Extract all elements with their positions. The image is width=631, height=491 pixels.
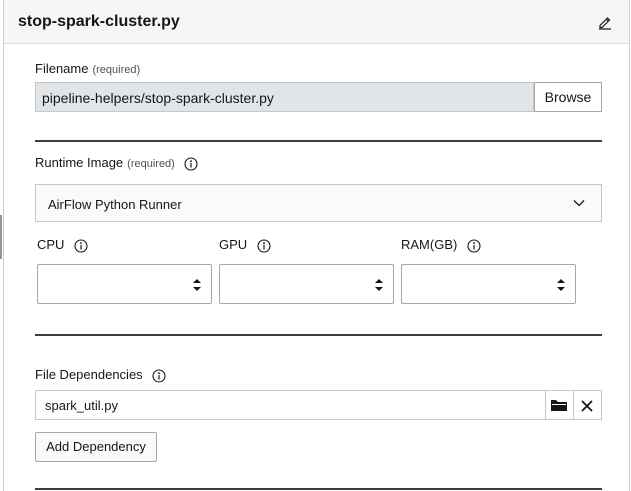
runtime-label-text: Runtime Image bbox=[35, 155, 124, 170]
cpu-label-text: CPU bbox=[37, 237, 65, 252]
info-icon[interactable] bbox=[74, 239, 88, 253]
properties-panel: stop-spark-cluster.py Filename (required)… bbox=[3, 0, 630, 491]
filename-required: (required) bbox=[92, 64, 141, 76]
filename-field[interactable]: pipeline-helpers/stop-spark-cluster.py bbox=[35, 82, 534, 112]
filename-label: Filename (required) bbox=[35, 61, 140, 76]
close-icon bbox=[581, 400, 593, 412]
runtime-image-select[interactable]: AirFlow Python Runner bbox=[35, 184, 602, 222]
ram-label-text: RAM(GB) bbox=[401, 237, 458, 252]
ram-input[interactable] bbox=[401, 264, 576, 304]
chevron-down-icon bbox=[573, 200, 585, 207]
info-icon[interactable] bbox=[184, 157, 199, 171]
stepper-icon[interactable] bbox=[192, 277, 202, 293]
gpu-input[interactable] bbox=[219, 264, 394, 304]
info-icon[interactable] bbox=[257, 239, 271, 253]
remove-dependency-button[interactable] bbox=[574, 390, 602, 420]
runtime-label: Runtime Image (required) bbox=[35, 155, 199, 171]
filename-row: pipeline-helpers/stop-spark-cluster.py B… bbox=[35, 82, 602, 112]
filename-label-text: Filename bbox=[35, 61, 89, 76]
pencil-icon[interactable] bbox=[597, 14, 613, 30]
info-icon[interactable] bbox=[152, 369, 166, 383]
section-divider bbox=[35, 140, 602, 142]
cpu-label: CPU bbox=[37, 237, 88, 253]
folder-icon bbox=[551, 400, 567, 411]
section-divider bbox=[35, 334, 602, 336]
panel-title: stop-spark-cluster.py bbox=[18, 13, 180, 30]
info-icon[interactable] bbox=[467, 239, 481, 253]
left-edge-marker bbox=[0, 215, 2, 259]
browse-folder-button[interactable] bbox=[546, 390, 574, 420]
gpu-label: GPU bbox=[219, 237, 271, 253]
cpu-input[interactable] bbox=[37, 264, 212, 304]
browse-button[interactable]: Browse bbox=[534, 82, 602, 112]
ram-label: RAM(GB) bbox=[401, 237, 481, 253]
file-dependencies-label-text: File Dependencies bbox=[35, 367, 143, 382]
add-dependency-button[interactable]: Add Dependency bbox=[35, 432, 157, 462]
runtime-image-selected: AirFlow Python Runner bbox=[48, 197, 182, 212]
stepper-icon[interactable] bbox=[374, 277, 384, 293]
dependency-row: spark_util.py bbox=[35, 390, 602, 420]
dependency-input[interactable]: spark_util.py bbox=[35, 390, 546, 420]
gpu-label-text: GPU bbox=[219, 237, 248, 252]
panel-header: stop-spark-cluster.py bbox=[4, 0, 629, 44]
stepper-icon[interactable] bbox=[556, 277, 566, 293]
runtime-required: (required) bbox=[127, 158, 175, 170]
section-divider bbox=[35, 488, 602, 490]
file-dependencies-label: File Dependencies bbox=[35, 367, 166, 383]
